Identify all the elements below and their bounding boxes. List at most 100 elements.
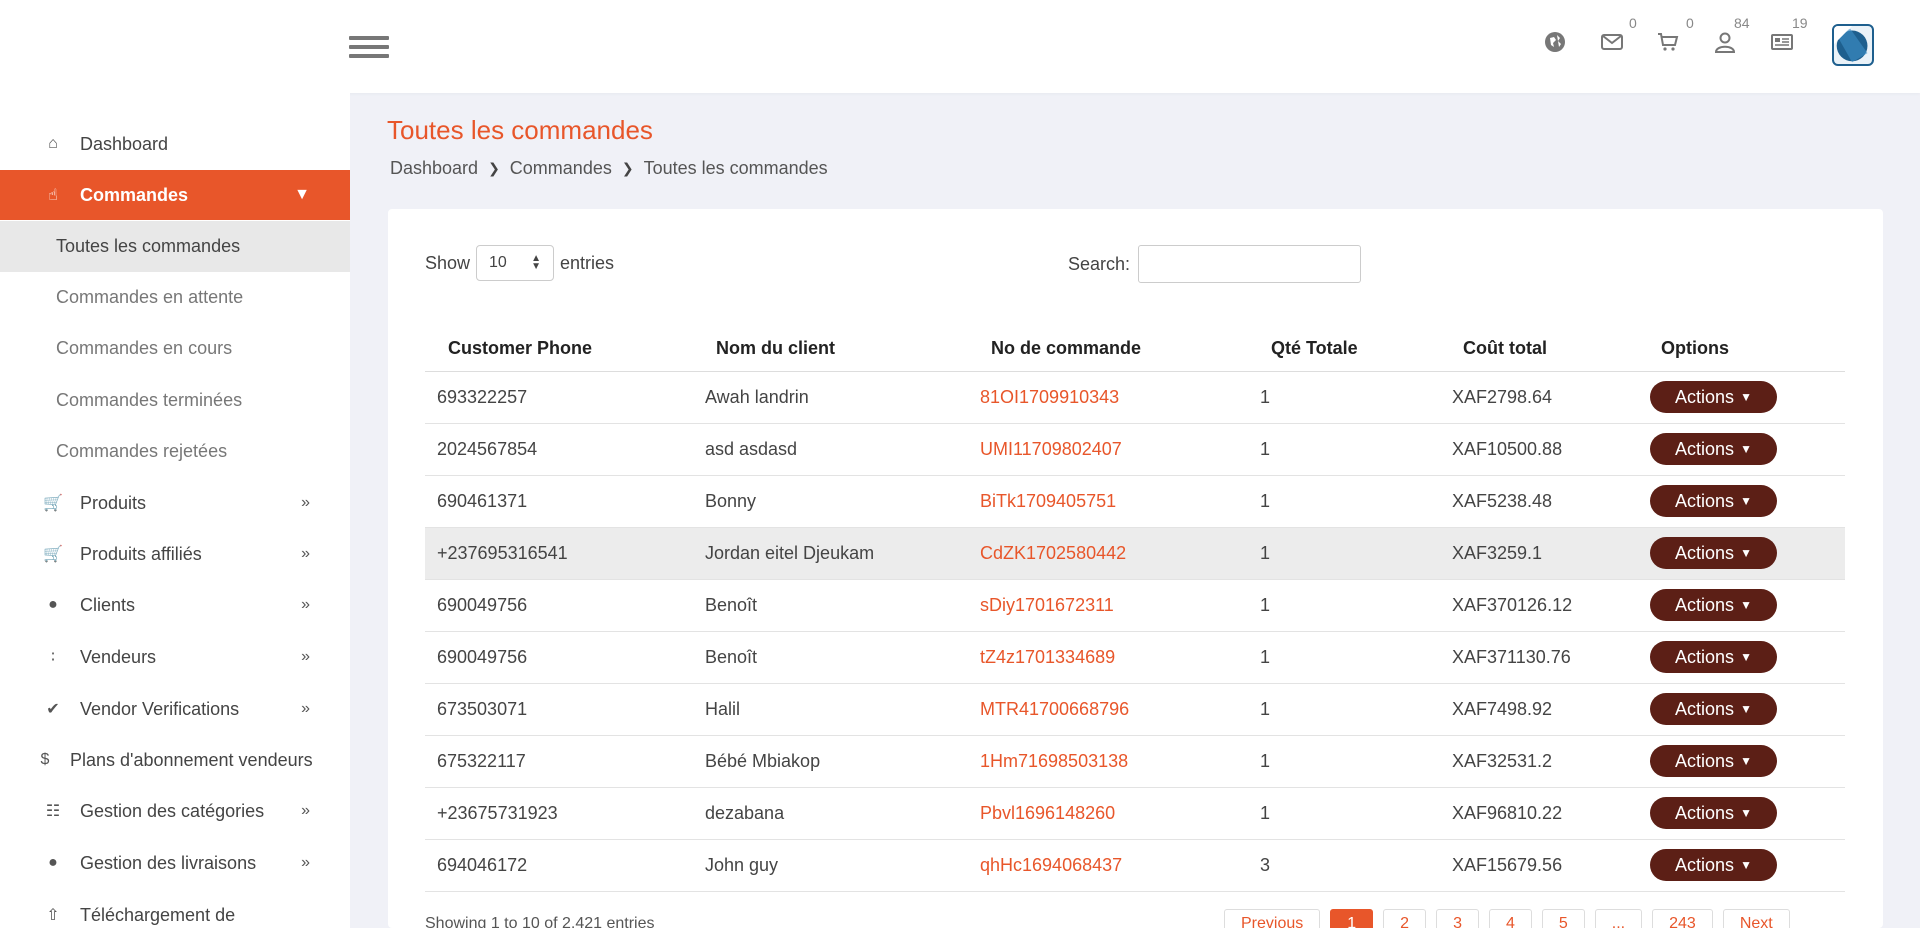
actions-dropdown-button[interactable]: Actions ▼: [1650, 797, 1777, 829]
actions-dropdown-button[interactable]: Actions ▼: [1650, 849, 1777, 881]
actions-dropdown-button[interactable]: Actions ▼: [1650, 693, 1777, 725]
cell-order-number[interactable]: 1Hm71698503138: [968, 735, 1248, 788]
actions-dropdown-button[interactable]: Actions ▼: [1650, 433, 1777, 465]
mail-icon[interactable]: [1598, 30, 1626, 58]
actions-dropdown-button[interactable]: Actions ▼: [1650, 641, 1777, 673]
cell-total-cost: XAF370126.12: [1440, 579, 1638, 632]
chevron-double-right-icon: »: [301, 545, 310, 562]
cell-total-cost: XAF371130.76: [1440, 631, 1638, 684]
pagination-page[interactable]: 243: [1652, 909, 1713, 928]
breadcrumb-dashboard[interactable]: Dashboard: [390, 158, 478, 179]
cell-customer-phone: 694046172: [425, 839, 693, 892]
cell-customer-phone: 690049756: [425, 579, 693, 632]
chevron-double-right-icon: »: [301, 596, 310, 613]
cell-order-number[interactable]: Pbvl1696148260: [968, 787, 1248, 840]
entries-select[interactable]: 10 ▲ ▼: [476, 245, 555, 281]
cell-options: Actions ▼: [1638, 839, 1845, 892]
sidebar-item-gestion-livraisons[interactable]: ● Gestion des livraisons »: [0, 838, 350, 888]
sidebar-item-label: Commandes: [80, 184, 189, 205]
sidebar-subitem-en-attente[interactable]: Commandes en attente: [0, 272, 350, 323]
actions-dropdown-button[interactable]: Actions ▼: [1650, 381, 1777, 413]
sidebar-item-label: Téléchargement de: [80, 904, 236, 925]
cart-icon[interactable]: [1654, 30, 1682, 58]
sidebar-item-plans-abonnement[interactable]: $ Plans d'abonnement vendeurs: [0, 735, 350, 785]
column-header[interactable]: Nom du client: [693, 326, 968, 372]
pagination-next[interactable]: Next: [1722, 909, 1790, 928]
cell-quantity: 1: [1248, 683, 1440, 736]
updown-icon: ▲ ▼: [531, 253, 542, 272]
pagination-page[interactable]: 5: [1541, 909, 1585, 928]
actions-dropdown-button[interactable]: Actions ▼: [1650, 485, 1777, 517]
actions-label: Actions: [1675, 438, 1735, 459]
avatar[interactable]: [1832, 24, 1874, 66]
cell-client-name: Halil: [693, 683, 968, 736]
globe-icon[interactable]: [1541, 30, 1569, 58]
column-header[interactable]: No de commande: [968, 326, 1248, 372]
sidebar-subitem-en-cours[interactable]: Commandes en cours: [0, 323, 350, 374]
column-header[interactable]: Customer Phone: [425, 326, 693, 372]
cell-quantity: 1: [1248, 787, 1440, 840]
actions-dropdown-button[interactable]: Actions ▼: [1650, 589, 1777, 621]
chevron-down-icon: ▼: [1740, 806, 1752, 820]
sidebar-item-commandes[interactable]: ☝ Commandes ▼: [0, 170, 350, 220]
cell-order-number[interactable]: MTR41700668796: [968, 683, 1248, 736]
pagination-page[interactable]: 2: [1383, 909, 1427, 928]
cell-order-number[interactable]: 81OI1709910343: [968, 371, 1248, 424]
entries-select-value: 10: [489, 254, 507, 271]
column-header[interactable]: Coût total: [1440, 326, 1638, 372]
chevron-double-down-icon: ▼: [294, 186, 310, 203]
hamburger-menu-icon[interactable]: [349, 36, 389, 62]
search-label: Search:: [1068, 253, 1131, 274]
cell-order-number[interactable]: CdZK1702580442: [968, 527, 1248, 580]
home-icon: ⌂: [48, 135, 58, 152]
sidebar-item-label: Vendeurs: [80, 646, 157, 667]
actions-label: Actions: [1675, 646, 1735, 667]
cell-customer-phone: 690049756: [425, 631, 693, 684]
cell-order-number[interactable]: qhHc1694068437: [968, 839, 1248, 892]
pagination-page[interactable]: 1: [1330, 909, 1374, 928]
search-input[interactable]: [1138, 245, 1362, 283]
cart-count-badge: 0: [1686, 15, 1694, 31]
cell-order-number[interactable]: UMI11709802407: [968, 423, 1248, 476]
sidebar-item-produits-affilies[interactable]: 🛒 Produits affiliés »: [0, 529, 350, 579]
breadcrumb-commandes[interactable]: Commandes: [510, 158, 612, 179]
chevron-right-icon: ❯: [621, 160, 634, 176]
pagination-previous[interactable]: Previous: [1224, 909, 1321, 928]
sidebar-item-gestion-categories[interactable]: ☷ Gestion des catégories »: [0, 786, 350, 836]
actions-dropdown-button[interactable]: Actions ▼: [1650, 537, 1777, 569]
cell-client-name: John guy: [693, 839, 968, 892]
pagination-page[interactable]: 4: [1488, 909, 1532, 928]
sitemap-icon: ☷: [45, 803, 61, 820]
chevron-double-right-icon: »: [301, 802, 310, 819]
sidebar-item-vendeurs[interactable]: ∶ Vendeurs »: [0, 632, 350, 682]
sidebar-item-dashboard[interactable]: ⌂ Dashboard: [0, 119, 350, 169]
actions-dropdown-button[interactable]: Actions ▼: [1650, 745, 1777, 777]
cell-order-number[interactable]: BiTk1709405751: [968, 475, 1248, 528]
cell-customer-phone: +23675731923: [425, 787, 693, 840]
comment-icon: ●: [48, 854, 58, 871]
user-count-badge: 84: [1734, 15, 1750, 31]
user-icon[interactable]: [1711, 30, 1739, 58]
cell-client-name: Benoît: [693, 631, 968, 684]
cell-quantity: 1: [1248, 527, 1440, 580]
table-row: 693322257 Awah landrin 81OI1709910343 1 XAF2…: [425, 371, 1845, 424]
sidebar-item-produits[interactable]: 🛒 Produits »: [0, 478, 350, 528]
sidebar-subitem-terminees[interactable]: Commandes terminées: [0, 375, 350, 426]
column-header[interactable]: Qté Totale: [1248, 326, 1440, 372]
sidebar-item-clients[interactable]: ● Clients »: [0, 580, 350, 630]
hand-box-icon: ☝: [48, 187, 58, 204]
sidebar-item-telechargement[interactable]: ⇧ Téléchargement de: [0, 890, 350, 928]
sidebar-item-vendor-verifications[interactable]: ✔ Vendor Verifications »: [0, 684, 350, 734]
cell-order-number[interactable]: tZ4z1701334689: [968, 631, 1248, 684]
news-icon[interactable]: [1768, 30, 1796, 58]
cell-total-cost: XAF15679.56: [1440, 839, 1638, 892]
pagination-page[interactable]: 3: [1436, 909, 1479, 928]
actions-label: Actions: [1675, 802, 1735, 823]
sidebar-subitem-rejetees[interactable]: Commandes rejetées: [0, 426, 350, 477]
cell-quantity: 1: [1248, 631, 1440, 684]
sidebar-item-label: Plans d'abonnement vendeurs: [70, 749, 313, 770]
column-header[interactable]: Options: [1638, 326, 1845, 372]
cell-total-cost: XAF7498.92: [1440, 683, 1638, 736]
sidebar-subitem-toutes-commandes[interactable]: Toutes les commandes: [0, 221, 350, 272]
cell-order-number[interactable]: sDiy1701672311: [968, 579, 1248, 632]
